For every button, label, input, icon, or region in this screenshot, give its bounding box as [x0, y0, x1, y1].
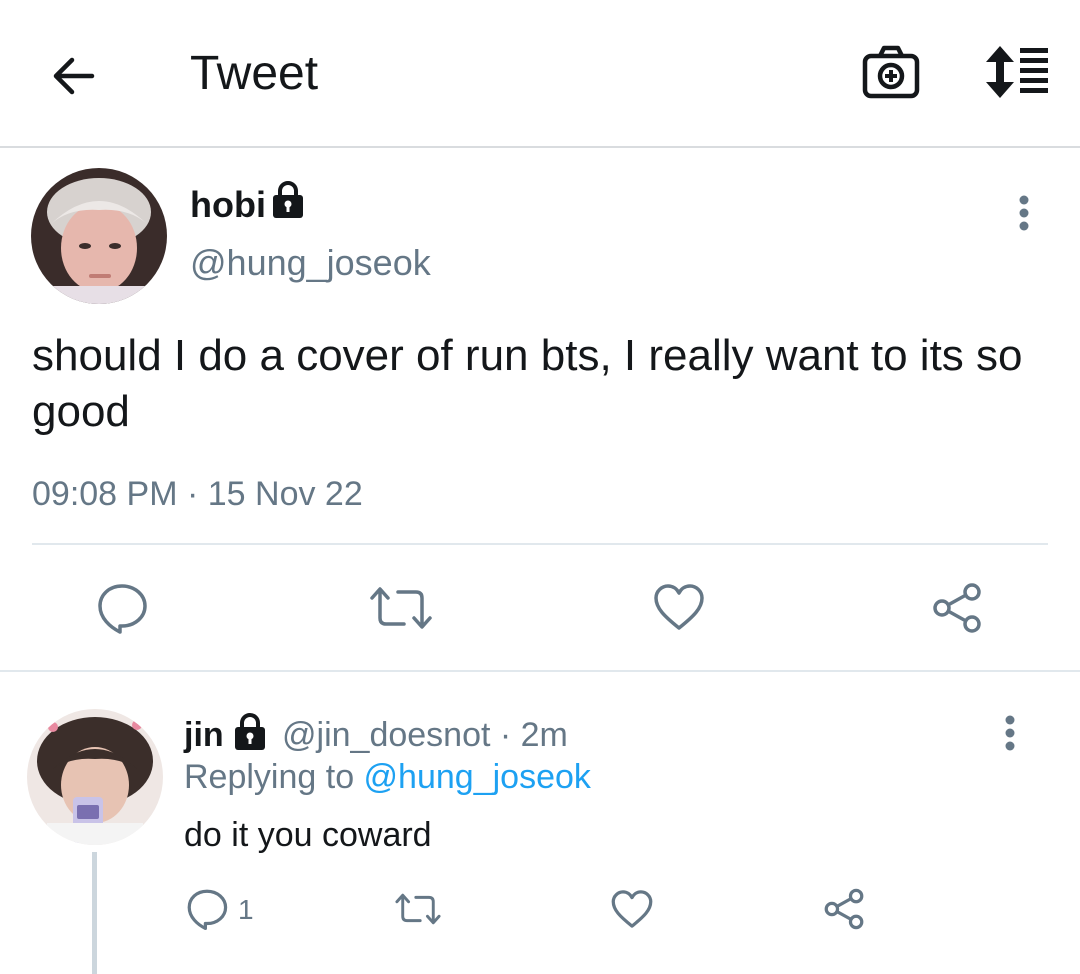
thread-line	[92, 852, 97, 974]
more-vertical-icon[interactable]	[1014, 194, 1034, 232]
retweet-icon[interactable]	[368, 584, 434, 632]
lock-icon	[273, 181, 303, 218]
heart-icon[interactable]	[610, 888, 654, 930]
tweet-timestamp: 09:08 PM · 15 Nov 22	[32, 475, 363, 513]
chat-bubble-icon[interactable]	[186, 888, 228, 930]
retweet-icon[interactable]	[394, 890, 442, 928]
page-title: Tweet	[190, 47, 319, 100]
heart-icon[interactable]	[652, 582, 706, 632]
share-icon[interactable]	[930, 582, 984, 634]
mention-link[interactable]: @hung_joseok	[364, 758, 591, 796]
reply-count: 1	[238, 894, 254, 925]
lock-icon	[235, 713, 265, 750]
divider	[32, 543, 1048, 545]
reply-text: do it you coward	[184, 816, 432, 854]
reply-handle-time[interactable]: @jin_doesnot · 2m	[282, 716, 568, 755]
replying-prefix: Replying to	[184, 758, 364, 796]
more-vertical-icon[interactable]	[1000, 714, 1020, 752]
author-avatar[interactable]	[31, 168, 167, 304]
camera-plus-icon[interactable]	[860, 44, 922, 100]
share-icon[interactable]	[822, 888, 866, 930]
author-handle[interactable]: @hung_joseok	[190, 242, 431, 284]
tweet-text: should I do a cover of run bts, I really…	[32, 331, 1023, 436]
replying-to: Replying to @hung_joseok	[184, 758, 591, 797]
author-name[interactable]: hobi	[190, 184, 266, 226]
arrow-left-icon[interactable]	[48, 50, 100, 102]
chat-bubble-icon[interactable]	[96, 582, 148, 634]
reply-author-avatar[interactable]	[27, 709, 163, 845]
reply-author-name[interactable]: jin	[184, 716, 224, 755]
top-bar: Tweet	[0, 0, 1080, 148]
divider	[0, 670, 1080, 672]
sort-lines-icon[interactable]	[982, 44, 1052, 100]
